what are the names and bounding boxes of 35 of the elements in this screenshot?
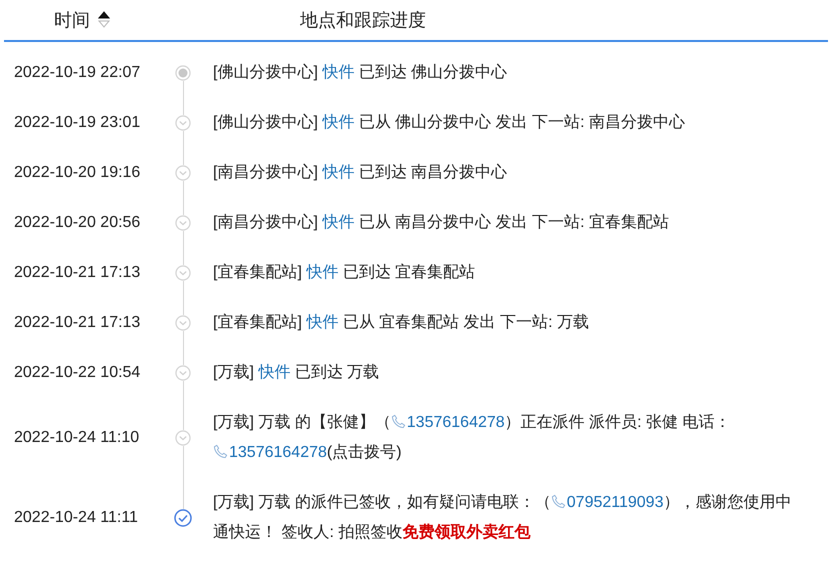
phone-link[interactable]: 13576164278	[229, 444, 327, 461]
event-description: [佛山分拨中心] 快件 已到达 佛山分拨中心	[213, 64, 508, 81]
check-circle-icon	[174, 509, 192, 527]
event-description: [万载] 万载 的【张健】（ 13576164278）正在派件 派件员: 张健 电话： 13576164278(点击拨号)	[213, 414, 730, 461]
event-time: 2022-10-21 17:13	[14, 263, 140, 283]
event-time: 2022-10-21 17:13	[14, 313, 140, 333]
time-column-header: 时间	[54, 8, 90, 32]
event-time: 2022-10-20 20:56	[14, 213, 140, 233]
event-description: [佛山分拨中心] 快件 已从 佛山分拨中心 发出 下一站: 南昌分拨中心	[213, 114, 686, 131]
parcel-link[interactable]: 快件	[306, 264, 338, 281]
parcel-link[interactable]: 快件	[322, 164, 354, 181]
event-time: 2022-10-22 10:54	[14, 363, 140, 383]
event-time: 2022-10-20 19:16	[14, 163, 140, 183]
phone-icon	[550, 494, 566, 509]
event-description: [万载] 万载 的派件已签收，如有疑问请电联：（ 07952119093），感谢您使用中通快运！ 签收人: 拍照签收免费领取外卖红包	[213, 494, 792, 541]
promo-link[interactable]: 免费领取外卖红包	[402, 524, 530, 541]
event-time: 2022-10-19 23:01	[14, 113, 140, 133]
event-description: [万载] 快件 已到达 万载	[213, 364, 380, 381]
parcel-link[interactable]: 快件	[306, 314, 338, 331]
phone-icon	[390, 414, 406, 429]
parcel-link[interactable]: 快件	[322, 214, 354, 231]
parcel-link[interactable]: 快件	[322, 64, 354, 81]
event-time: 2022-10-24 11:11	[14, 508, 138, 528]
event-time: 2022-10-24 11:10	[14, 428, 140, 448]
phone-icon	[213, 444, 228, 459]
parcel-link[interactable]: 快件	[322, 114, 354, 131]
event-time: 2022-10-19 22:07	[14, 63, 140, 83]
detail-column-header: 地点和跟踪进度	[300, 8, 426, 32]
event-description: [南昌分拨中心] 快件 已从 南昌分拨中心 发出 下一站: 宜春集配站	[213, 214, 670, 231]
parcel-link[interactable]: 快件	[258, 364, 290, 381]
event-description: [南昌分拨中心] 快件 已到达 南昌分拨中心	[213, 164, 508, 181]
event-description: [宜春集配站] 快件 已到达 宜春集配站	[213, 264, 476, 281]
event-description: [宜春集配站] 快件 已从 宜春集配站 发出 下一站: 万载	[213, 314, 590, 331]
phone-link[interactable]: 13576164278	[406, 414, 505, 431]
phone-link[interactable]: 07952119093	[566, 494, 664, 511]
